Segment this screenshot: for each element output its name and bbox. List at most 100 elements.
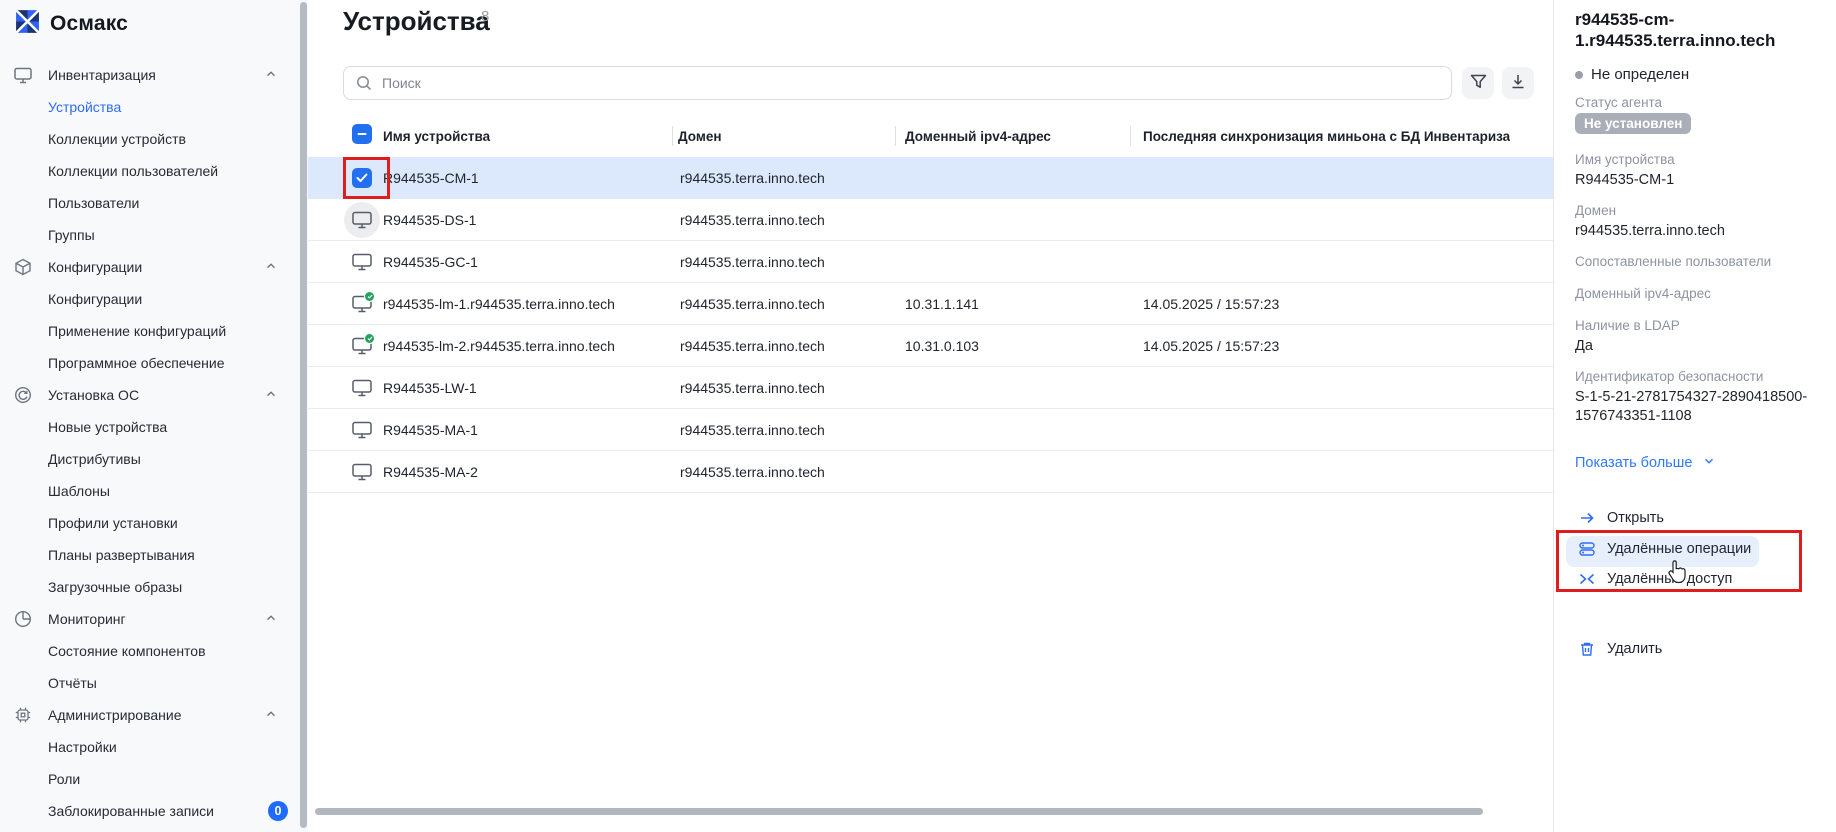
table-row[interactable]: R944535-LW-1 r944535.terra.inno.tech — [308, 367, 1553, 409]
table-row[interactable]: r944535-lm-2.r944535.terra.inno.tech r94… — [308, 325, 1553, 367]
sidebar-section-os-install[interactable]: Установка ОС — [0, 379, 300, 411]
agent-status-badge: Не установлен — [1575, 113, 1692, 134]
field-label: Имя устройства — [1575, 152, 1675, 167]
sidebar-item-templates[interactable]: Шаблоны — [0, 475, 300, 507]
pie-chart-icon — [14, 610, 32, 628]
sidebar-item-deployment-plans[interactable]: Планы развертывания — [0, 539, 300, 571]
chip-icon — [14, 706, 32, 724]
sidebar-item-component-status[interactable]: Состояние компонентов — [0, 635, 300, 667]
table-row[interactable]: R944535-GC-1 r944535.terra.inno.tech — [308, 241, 1553, 283]
device-domain: r944535.terra.inno.tech — [680, 464, 825, 480]
field-label: Статус агента — [1575, 95, 1663, 110]
sidebar-section-administration[interactable]: Администрирование — [0, 699, 300, 731]
sidebar-section-inventory[interactable]: Инвентаризация — [0, 59, 300, 91]
sidebar-item-label: Группы — [48, 227, 95, 243]
table-row[interactable]: R944535-CM-1 r944535.terra.inno.tech — [308, 157, 1553, 199]
sidebar-item-boot-images[interactable]: Загрузочные образы — [0, 571, 300, 603]
device-sync: 14.05.2025 / 15:57:23 — [1143, 338, 1280, 354]
device-monitor-icon — [352, 211, 372, 229]
panel-device-title: r944535-cm-1.r944535.terra.inno.tech — [1575, 10, 1776, 50]
sidebar-item-new-devices[interactable]: Новые устройства — [0, 411, 300, 443]
col-header-name[interactable]: Имя устройства — [383, 129, 490, 144]
field-label: Наличие в LDAP — [1575, 318, 1680, 333]
device-sync: 14.05.2025 / 15:57:23 — [1143, 296, 1280, 312]
delete-button[interactable]: Удалить — [1579, 641, 1662, 657]
filter-button[interactable] — [1462, 67, 1494, 99]
sidebar-item-config-application[interactable]: Применение конфигураций — [0, 315, 300, 347]
sidebar-item-label: Отчёты — [48, 675, 97, 691]
download-icon — [1510, 74, 1526, 93]
sidebar-item-software[interactable]: Программное обеспечение — [0, 347, 300, 379]
table-row[interactable]: R944535-MA-2 r944535.terra.inno.tech — [308, 451, 1553, 493]
sidebar-item-label: Шаблоны — [48, 483, 110, 499]
device-name: R944535-LW-1 — [383, 380, 477, 396]
monitor-icon — [14, 67, 32, 84]
trash-icon — [1579, 641, 1595, 657]
sidebar-item-device-collections[interactable]: Коллекции устройств — [0, 123, 300, 155]
table-row[interactable]: r944535-lm-1.r944535.terra.inno.tech r94… — [308, 283, 1553, 325]
field-label: Домен — [1575, 203, 1617, 218]
chevron-up-icon[interactable] — [264, 387, 278, 404]
device-monitor-icon — [352, 253, 372, 271]
status-text: Не определен — [1591, 66, 1690, 83]
chevron-up-icon[interactable] — [264, 67, 278, 84]
sidebar-item-label: Инвентаризация — [48, 67, 156, 83]
search-input[interactable] — [382, 75, 1451, 91]
remote-access-button[interactable]: Удалённый доступ — [1579, 571, 1732, 587]
chevron-up-icon[interactable] — [264, 611, 278, 628]
sidebar-item-label: Коллекции устройств — [48, 131, 186, 147]
sidebar-item-groups[interactable]: Группы — [0, 219, 300, 251]
sidebar: Осмакс Инвентаризация Устройства Коллекц… — [0, 0, 308, 832]
remote-operations-button[interactable]: Удалённые операции — [1579, 541, 1751, 557]
sidebar-section-monitoring[interactable]: Мониторинг — [0, 603, 300, 635]
device-domain: r944535.terra.inno.tech — [680, 422, 825, 438]
remote-access-icon — [1579, 571, 1595, 587]
sidebar-item-distributions[interactable]: Дистрибутивы — [0, 443, 300, 475]
col-header-sync[interactable]: Последняя синхронизация миньона с БД Инв… — [1143, 129, 1510, 144]
col-header-ip[interactable]: Доменный ipv4-адрес — [905, 129, 1051, 144]
osmax-logo-icon — [14, 8, 41, 40]
sidebar-item-configurations[interactable]: Конфигурации — [0, 283, 300, 315]
sidebar-item-label: Установка ОС — [48, 387, 140, 403]
main-content: Устройства 8 Имя устройства Домен Доменн… — [308, 0, 1553, 832]
sidebar-item-roles[interactable]: Роли — [0, 763, 300, 795]
device-domain: r944535.terra.inno.tech — [680, 296, 825, 312]
server-stack-icon — [1579, 541, 1595, 557]
device-name: R944535-GC-1 — [383, 254, 478, 270]
sidebar-scrollbar[interactable] — [300, 2, 307, 828]
field-label: Доменный ipv4-адрес — [1575, 286, 1711, 301]
online-badge-icon — [364, 333, 375, 344]
open-button[interactable]: Открыть — [1579, 510, 1664, 526]
sidebar-item-settings[interactable]: Настройки — [0, 731, 300, 763]
sidebar-item-install-profiles[interactable]: Профили установки — [0, 507, 300, 539]
sidebar-item-label: Загрузочные образы — [48, 579, 183, 595]
sidebar-item-label: Настройки — [48, 739, 117, 755]
table-row[interactable]: R944535-DS-1 r944535.terra.inno.tech — [308, 199, 1553, 241]
delete-label: Удалить — [1607, 641, 1663, 657]
sidebar-section-configurations[interactable]: Конфигурации — [0, 251, 300, 283]
col-header-domain[interactable]: Домен — [678, 129, 722, 144]
chevron-up-icon[interactable] — [264, 259, 278, 276]
field-label: Сопоставленные пользователи — [1575, 254, 1772, 269]
detail-panel: r944535-cm-1.r944535.terra.inno.tech Не … — [1553, 0, 1836, 832]
app-name: Осмакс — [50, 12, 129, 35]
sidebar-item-devices[interactable]: Устройства — [0, 91, 300, 123]
chevron-up-icon[interactable] — [264, 707, 278, 724]
sidebar-item-users[interactable]: Пользователи — [0, 187, 300, 219]
table-row[interactable]: R944535-MA-1 r944535.terra.inno.tech — [308, 409, 1553, 451]
remote-access-label: Удалённый доступ — [1607, 571, 1733, 587]
field-value: Да — [1575, 338, 1593, 354]
sidebar-item-reports[interactable]: Отчёты — [0, 667, 300, 699]
remote-operations-label: Удалённые операции — [1607, 541, 1752, 557]
package-icon — [14, 258, 32, 276]
sidebar-item-label: Роли — [48, 771, 81, 787]
select-all-checkbox[interactable] — [352, 124, 372, 144]
show-more-link[interactable]: Показать больше — [1575, 454, 1716, 472]
sidebar-item-label: Мониторинг — [48, 611, 126, 627]
sidebar-item-user-collections[interactable]: Коллекции пользователей — [0, 155, 300, 187]
download-button[interactable] — [1502, 67, 1534, 99]
horizontal-scrollbar[interactable] — [315, 808, 1483, 815]
row-checkbox-checked[interactable] — [352, 168, 372, 188]
sidebar-item-label: Коллекции пользователей — [48, 163, 219, 179]
sidebar-item-blocked-accounts[interactable]: Заблокированные записи 0 — [0, 795, 300, 827]
